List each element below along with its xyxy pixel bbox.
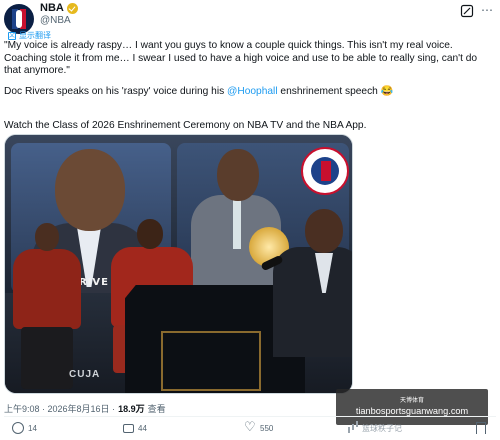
verified-badge-icon bbox=[66, 2, 78, 14]
reply-icon bbox=[12, 422, 24, 434]
seated-man-left-legs bbox=[21, 327, 73, 389]
name-row: NBA bbox=[40, 2, 78, 14]
bookmark-icon bbox=[474, 422, 486, 434]
translate-icon: 文 bbox=[8, 31, 16, 40]
clippers-logo-icon bbox=[301, 147, 349, 195]
tweet-line-2-prefix: Doc Rivers speaks on his 'raspy' voice d… bbox=[4, 86, 228, 97]
seated-man-left-jacket bbox=[13, 249, 81, 329]
views-overlay-text: 篮球秩子记 bbox=[362, 423, 402, 433]
reply-button[interactable]: 14 bbox=[12, 422, 37, 434]
podium-sign-text: CUJA bbox=[69, 369, 101, 380]
divider bbox=[4, 416, 496, 417]
tweet-line-3: Watch the Class of 2026 Enshrinement Cer… bbox=[4, 120, 367, 131]
views-icon bbox=[346, 422, 358, 434]
tweet-timestamp: 上午9:08 · 2026年8月16日 · 18.9万 查看 bbox=[4, 402, 166, 415]
reply-count: 14 bbox=[28, 423, 37, 433]
seated-man-left bbox=[7, 223, 87, 393]
watermark-title: 天博体育 bbox=[399, 398, 424, 404]
retweet-count: 44 bbox=[138, 423, 147, 433]
like-icon bbox=[244, 419, 256, 435]
retweet-icon bbox=[122, 422, 134, 434]
watermark-url: tianbosportsguanwang.com bbox=[355, 406, 469, 416]
seated-man-center-head bbox=[137, 219, 163, 249]
handle[interactable]: @NBA bbox=[40, 15, 71, 26]
tweet-quote: "My voice is already raspy… I want you g… bbox=[4, 40, 478, 76]
timestamp-time[interactable]: 上午9:08 · 2026年8月16日 · bbox=[4, 402, 115, 415]
views-button[interactable]: 篮球秩子记 bbox=[346, 422, 402, 434]
tweet-media-photo[interactable]: RIVE CUJA bbox=[4, 134, 353, 394]
views-count: 18.9万 bbox=[118, 404, 145, 414]
mention-hoophall[interactable]: @Hoophall bbox=[227, 86, 278, 97]
display-name[interactable]: NBA bbox=[40, 2, 64, 14]
like-button[interactable]: 550 bbox=[244, 419, 274, 435]
like-count: 550 bbox=[260, 423, 274, 433]
tweet-header: NBA @NBA ⋯ bbox=[4, 2, 496, 34]
tweet-actions: 14 44 550 篮球秩子记 bbox=[4, 419, 496, 438]
seated-man-left-head bbox=[35, 223, 59, 251]
retweet-button[interactable]: 44 bbox=[122, 422, 147, 434]
nba-logo-figure bbox=[16, 10, 22, 28]
tweet-line-2-suffix: enshrinement speech 😂 bbox=[277, 86, 394, 97]
bookmark-button[interactable] bbox=[474, 422, 486, 434]
grok-icon[interactable] bbox=[460, 4, 474, 18]
more-icon[interactable]: ⋯ bbox=[480, 4, 494, 18]
tweet-line-2: Doc Rivers speaks on his 'raspy' voice d… bbox=[4, 86, 494, 99]
views-label: 查看 bbox=[147, 404, 166, 414]
watermark-overlay: 天博体育 tianbosportsguanwang.com bbox=[336, 389, 488, 425]
speaker-at-podium bbox=[233, 209, 352, 393]
speaker-jacket bbox=[273, 247, 352, 357]
screen-figure-right-head bbox=[217, 149, 259, 201]
speaker-head bbox=[305, 209, 343, 253]
